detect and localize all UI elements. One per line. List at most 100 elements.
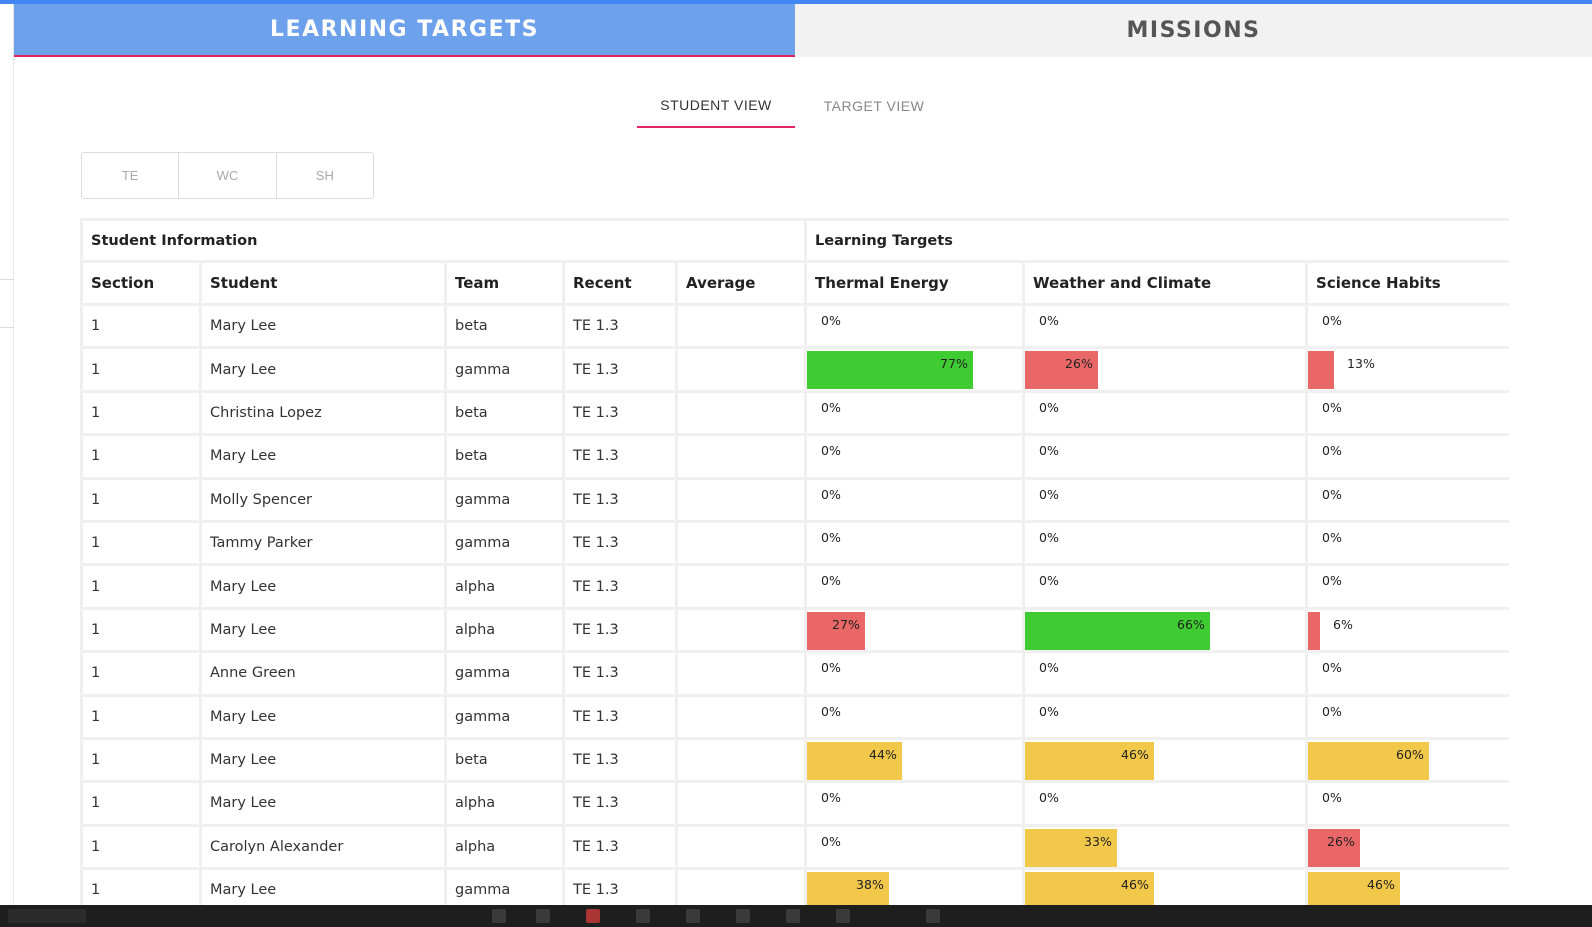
cell-section: 1 <box>83 826 199 868</box>
column-header-section[interactable]: Section <box>83 263 199 303</box>
column-header-student[interactable]: Student <box>202 263 444 303</box>
column-header-recent[interactable]: Recent <box>565 263 675 303</box>
tab-target-view[interactable]: TARGET VIEW <box>795 84 953 128</box>
cell-thermal-energy: 0% <box>807 522 1023 564</box>
tab-student-view[interactable]: STUDENT VIEW <box>637 84 795 128</box>
cell-recent: TE 1.3 <box>565 739 675 781</box>
table-row[interactable]: 1 Mary Lee beta TE 1.3 44% 46% 60% <box>83 739 1509 781</box>
cell-science-habits: 0% <box>1308 653 1509 694</box>
cell-science-habits: 26% <box>1308 826 1509 868</box>
tab-missions[interactable]: MISSIONS <box>795 4 1592 57</box>
table-row[interactable]: 1 Mary Lee gamma TE 1.3 0% 0% 0% <box>83 696 1509 737</box>
progress-percent-label: 0% <box>821 573 841 589</box>
table-row[interactable]: 1 Mary Lee gamma TE 1.3 77% 26% 13% <box>83 349 1509 390</box>
progress-percent-label: 0% <box>1322 790 1342 806</box>
table-row[interactable]: 1 Mary Lee beta TE 1.3 0% 0% 0% <box>83 306 1509 347</box>
column-header-weather-and-climate[interactable]: Weather and Climate <box>1025 263 1306 303</box>
table-row[interactable]: 1 Christina Lopez beta TE 1.3 0% 0% 0% <box>83 392 1509 434</box>
cell-average <box>678 566 805 607</box>
cell-recent: TE 1.3 <box>565 566 675 607</box>
taskbar-app-icon[interactable] <box>836 909 850 923</box>
cell-weather-and-climate: 0% <box>1025 783 1306 824</box>
cell-recent: TE 1.3 <box>565 609 675 651</box>
cell-team: alpha <box>447 826 562 868</box>
cell-recent: TE 1.3 <box>565 783 675 824</box>
cell-thermal-energy: 0% <box>807 696 1023 737</box>
cell-team: gamma <box>447 696 562 737</box>
cell-thermal-energy: 0% <box>807 566 1023 607</box>
cell-recent: TE 1.3 <box>565 349 675 390</box>
filter-wc-button[interactable]: WC <box>179 153 277 198</box>
cell-team: alpha <box>447 609 562 651</box>
cell-section: 1 <box>83 306 199 347</box>
cell-recent: TE 1.3 <box>565 479 675 520</box>
cell-recent: TE 1.3 <box>565 392 675 434</box>
cell-student: Molly Spencer <box>202 479 444 520</box>
taskbar-app-icon[interactable] <box>492 909 506 923</box>
progress-percent-label: 0% <box>1322 399 1342 415</box>
table-row[interactable]: 1 Mary Lee alpha TE 1.3 27% 66% 6% <box>83 609 1509 651</box>
cell-section: 1 <box>83 783 199 824</box>
column-header-science-habits[interactable]: Science Habits <box>1308 263 1509 303</box>
table-row[interactable]: 1 Mary Lee alpha TE 1.3 0% 0% 0% <box>83 566 1509 607</box>
cell-science-habits: 0% <box>1308 696 1509 737</box>
progress-percent-label: 0% <box>1039 703 1059 719</box>
cell-section: 1 <box>83 392 199 434</box>
taskbar-app-icon[interactable] <box>586 909 600 923</box>
progress-percent-label: 60% <box>1396 746 1424 762</box>
target-filter-group: TE WC SH <box>81 152 374 199</box>
progress-bar-fill <box>1308 351 1335 390</box>
table-row[interactable]: 1 Molly Spencer gamma TE 1.3 0% 0% 0% <box>83 479 1509 520</box>
cell-thermal-energy: 0% <box>807 826 1023 868</box>
table-row[interactable]: 1 Carolyn Alexander alpha TE 1.3 0% 33% 26% <box>83 826 1509 868</box>
cell-team: alpha <box>447 783 562 824</box>
column-header-average[interactable]: Average <box>678 263 805 303</box>
cell-weather-and-climate: 0% <box>1025 306 1306 347</box>
cell-student: Carolyn Alexander <box>202 826 444 868</box>
cell-thermal-energy: 0% <box>807 436 1023 477</box>
progress-percent-label: 0% <box>1039 529 1059 545</box>
cell-student: Anne Green <box>202 653 444 694</box>
table-row[interactable]: 1 Tammy Parker gamma TE 1.3 0% 0% 0% <box>83 522 1509 564</box>
cell-team: beta <box>447 436 562 477</box>
cell-average <box>678 826 805 868</box>
cell-average <box>678 653 805 694</box>
table-row[interactable]: 1 Anne Green gamma TE 1.3 0% 0% 0% <box>83 653 1509 694</box>
progress-percent-label: 0% <box>821 313 841 328</box>
filter-te-button[interactable]: TE <box>82 153 180 198</box>
group-header-student-information: Student Information <box>83 221 805 260</box>
cell-average <box>678 349 805 390</box>
taskbar-app-icon[interactable] <box>636 909 650 923</box>
progress-percent-label: 0% <box>821 660 841 676</box>
column-header-thermal-energy[interactable]: Thermal Energy <box>807 263 1023 303</box>
cell-average <box>678 783 805 824</box>
cell-section: 1 <box>83 349 199 390</box>
progress-percent-label: 46% <box>1121 746 1149 762</box>
taskbar-app-icon[interactable] <box>926 909 940 923</box>
cell-average <box>678 436 805 477</box>
cell-team: gamma <box>447 653 562 694</box>
progress-percent-label: 26% <box>1327 833 1355 849</box>
cell-recent: TE 1.3 <box>565 653 675 694</box>
progress-percent-label: 0% <box>1322 573 1342 589</box>
cell-science-habits: 13% <box>1308 349 1509 390</box>
cell-average <box>678 306 805 347</box>
left-rail-divider <box>0 279 14 280</box>
progress-percent-label: 0% <box>1039 313 1059 328</box>
table-row[interactable]: 1 Mary Lee alpha TE 1.3 0% 0% 0% <box>83 783 1509 824</box>
filter-sh-button[interactable]: SH <box>277 153 373 198</box>
os-taskbar <box>0 905 1592 927</box>
cell-average <box>678 479 805 520</box>
cell-thermal-energy: 0% <box>807 306 1023 347</box>
cell-weather-and-climate: 0% <box>1025 392 1306 434</box>
taskbar-app-icon[interactable] <box>686 909 700 923</box>
taskbar-app-icon[interactable] <box>786 909 800 923</box>
start-area[interactable] <box>8 909 86 923</box>
column-header-team[interactable]: Team <box>447 263 562 303</box>
taskbar-app-icon[interactable] <box>736 909 750 923</box>
progress-percent-label: 0% <box>1039 486 1059 502</box>
progress-percent-label: 0% <box>821 486 841 502</box>
tab-learning-targets[interactable]: LEARNING TARGETS <box>14 4 795 57</box>
table-row[interactable]: 1 Mary Lee beta TE 1.3 0% 0% 0% <box>83 436 1509 477</box>
taskbar-app-icon[interactable] <box>536 909 550 923</box>
